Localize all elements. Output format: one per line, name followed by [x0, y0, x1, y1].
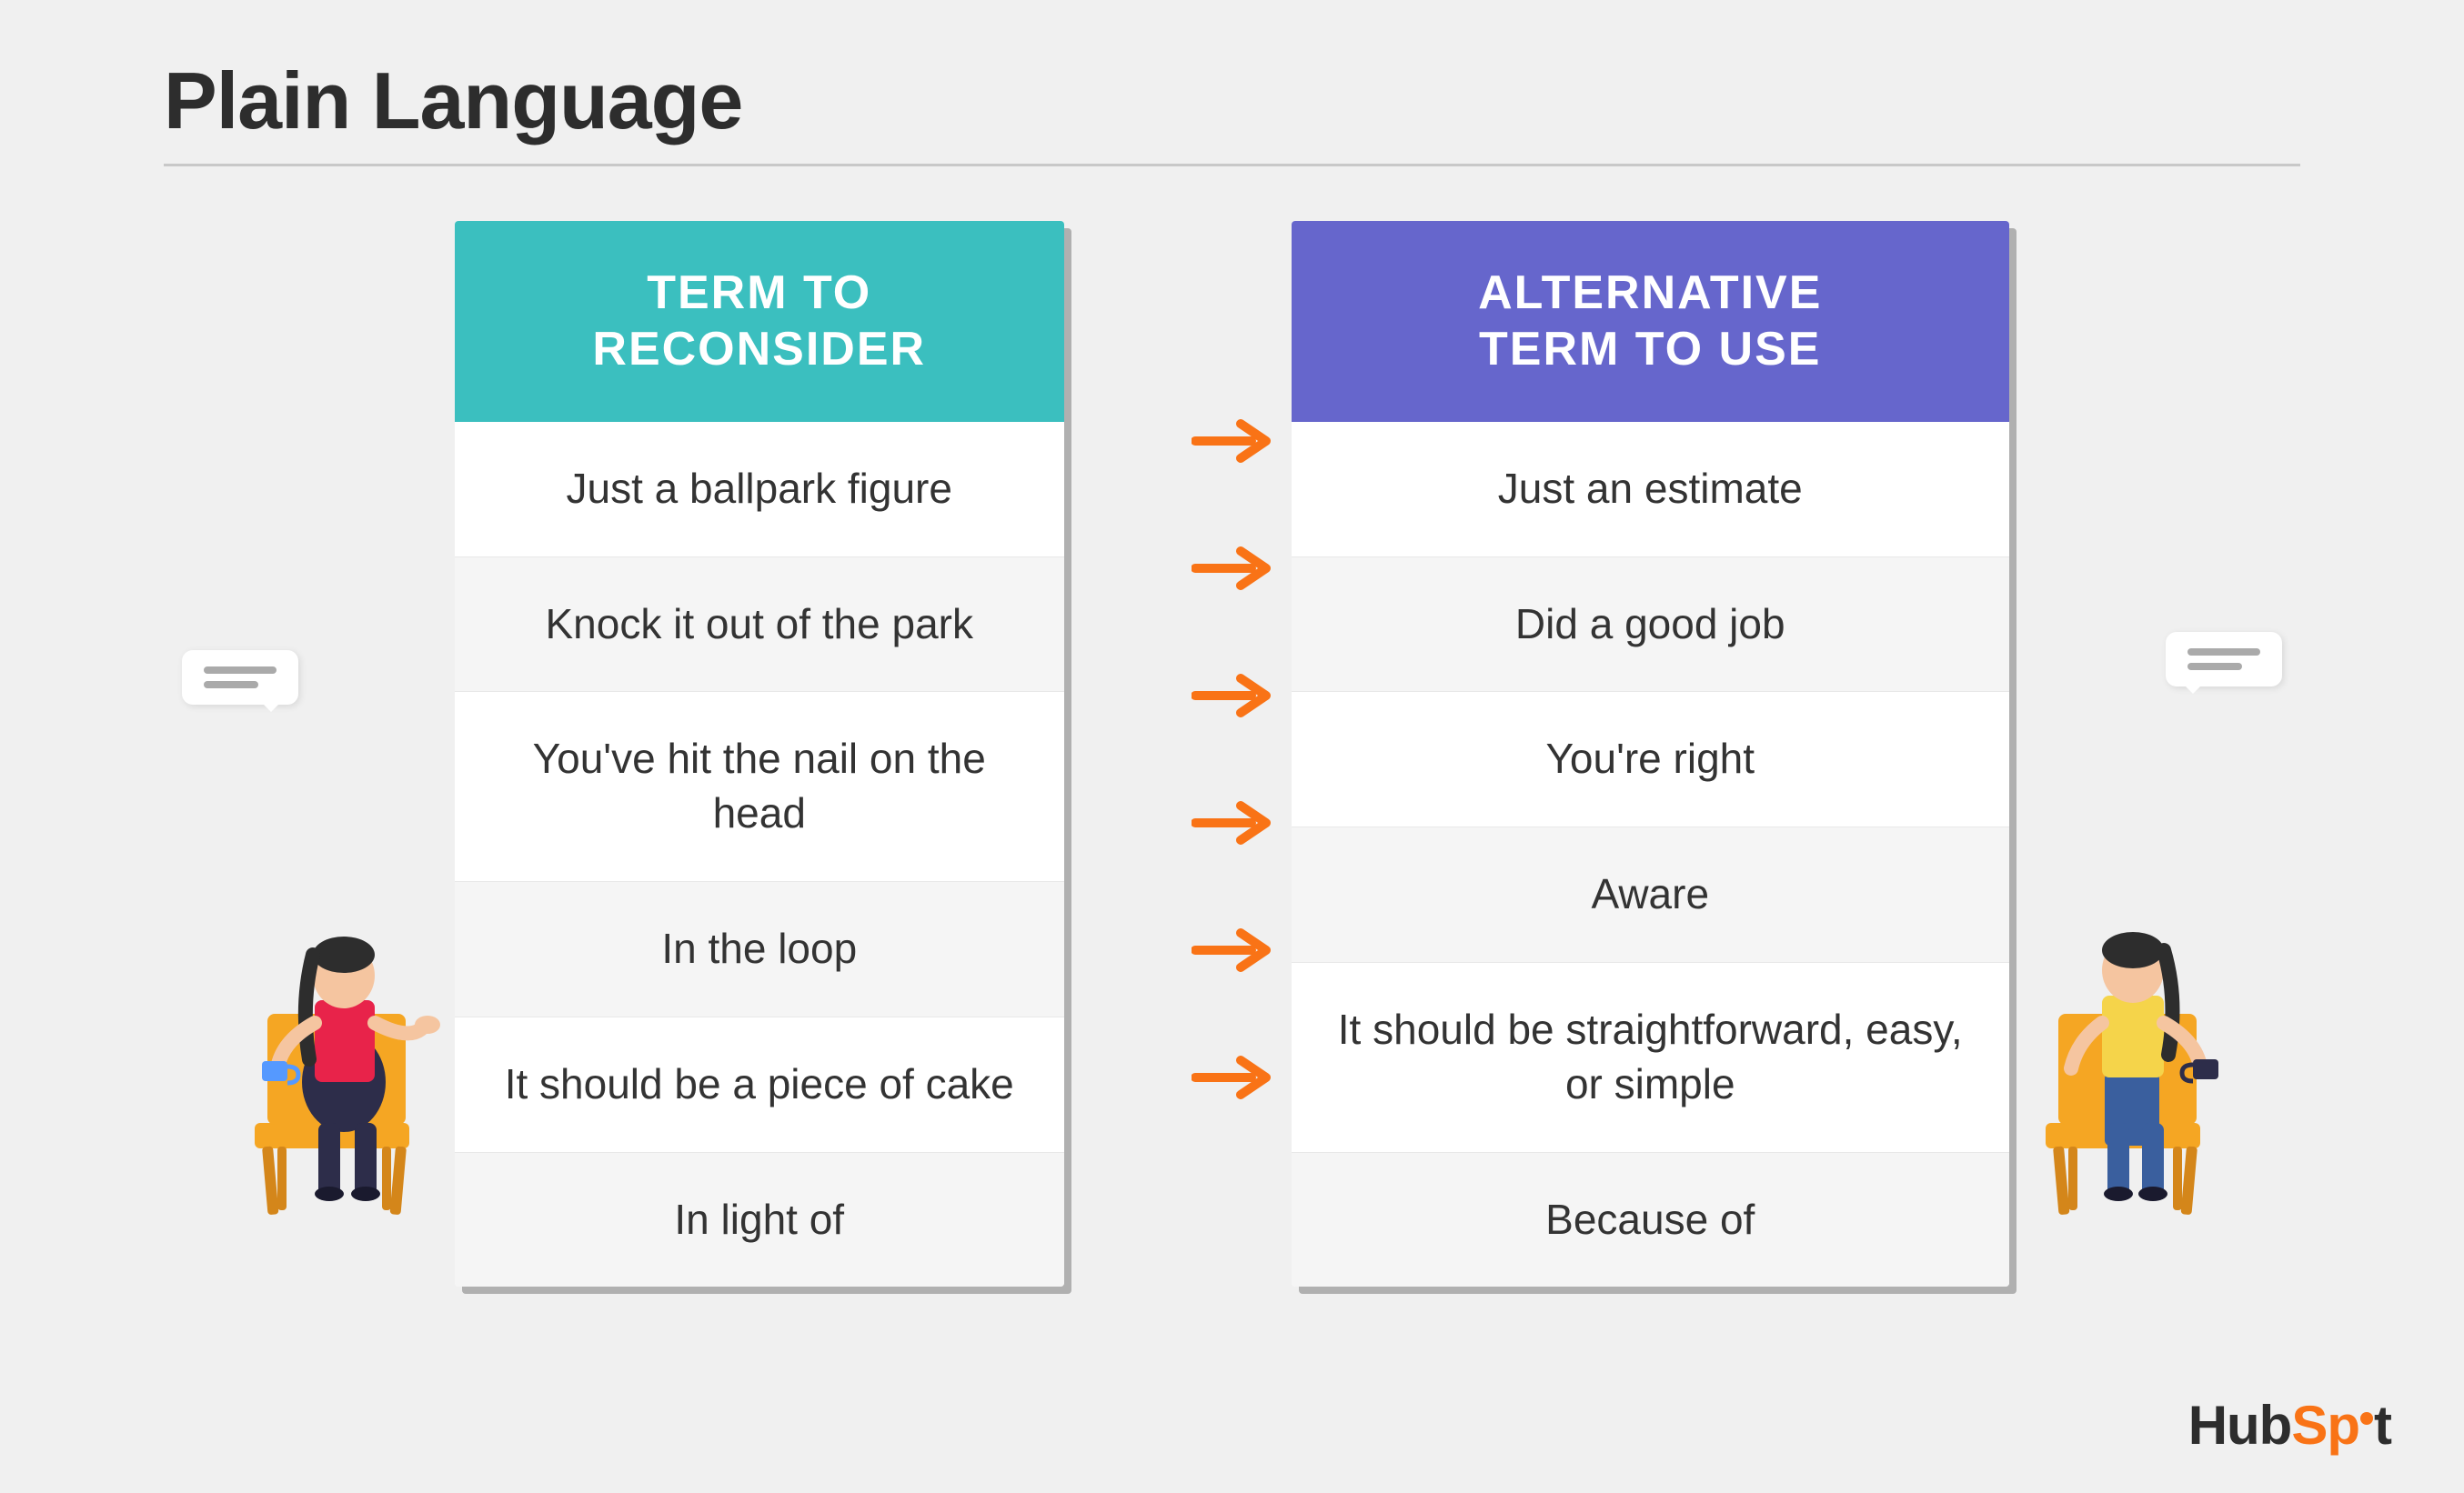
arrow-icon-5 [1192, 1053, 1273, 1102]
arrow-2 [1192, 632, 1273, 759]
left-table-header: TERM TORECONSIDER [455, 221, 1064, 422]
person-right-svg [2018, 850, 2237, 1232]
title-section: Plain Language [164, 55, 2300, 147]
hubspot-t-text: t [2374, 1395, 2391, 1456]
arrow-icon-3 [1192, 798, 1273, 847]
arrow-icon-2 [1192, 671, 1273, 720]
content-area: TERM TORECONSIDER Just a ballpark figure… [164, 221, 2300, 1287]
right-speech-bubble [2166, 632, 2282, 686]
right-table-row-0: Just an estimate [1292, 422, 2010, 557]
arrows-container [1192, 377, 1273, 1141]
speech-lines-left [204, 666, 277, 688]
divider [164, 164, 2300, 166]
right-table-row-2: You're right [1292, 692, 2010, 827]
arrow-4 [1192, 887, 1273, 1014]
left-table-rows: Just a ballpark figureKnock it out of th… [455, 422, 1064, 1288]
hubspot-text: Hub [2188, 1395, 2292, 1456]
speech-lines-right [2187, 648, 2260, 670]
speech-line-r1 [2187, 648, 2260, 656]
left-table-row-2: You've hit the nail on the head [455, 692, 1064, 882]
hubspot-logo: HubSpt [2188, 1394, 2391, 1457]
right-table-row-4: It should be straightforward, easy, or s… [1292, 963, 2010, 1153]
tables-container: TERM TORECONSIDER Just a ballpark figure… [455, 221, 2009, 1287]
speech-line-2 [204, 681, 258, 688]
arrow-icon-4 [1192, 926, 1273, 975]
arrows-column [1173, 221, 1292, 1141]
hubspot-spot-text: Sp [2291, 1395, 2359, 1456]
left-table-row-3: In the loop [455, 882, 1064, 1017]
left-table-row-4: It should be a piece of cake [455, 1017, 1064, 1153]
right-table-header: ALTERNATIVETERM TO USE [1292, 221, 2010, 422]
right-table-rows: Just an estimateDid a good jobYou're rig… [1292, 422, 2010, 1288]
right-table: ALTERNATIVETERM TO USE Just an estimateD… [1292, 221, 2010, 1287]
arrow-0 [1192, 377, 1273, 505]
left-table-wrapper: TERM TORECONSIDER Just a ballpark figure… [455, 221, 1173, 1287]
right-table-row-5: Because of [1292, 1153, 2010, 1288]
page-title: Plain Language [164, 55, 2300, 147]
arrow-1 [1192, 505, 1273, 632]
person-left-svg [227, 850, 446, 1232]
left-speech-bubble [182, 650, 298, 705]
left-table-row-0: Just a ballpark figure [455, 422, 1064, 557]
left-table-row-5: In light of [455, 1153, 1064, 1288]
left-table-header-text: TERM TORECONSIDER [491, 265, 1028, 378]
right-person-area [2009, 468, 2300, 1287]
arrow-3 [1192, 759, 1273, 887]
right-table-row-3: Aware [1292, 827, 2010, 963]
speech-line-1 [204, 666, 277, 674]
left-table: TERM TORECONSIDER Just a ballpark figure… [455, 221, 1064, 1287]
left-table-row-1: Knock it out of the park [455, 557, 1064, 693]
arrow-icon-1 [1192, 544, 1273, 593]
arrow-5 [1192, 1014, 1273, 1141]
right-table-row-1: Did a good job [1292, 557, 2010, 693]
page: Plain Language [0, 0, 2464, 1493]
arrow-icon-0 [1192, 416, 1273, 466]
right-table-header-text: ALTERNATIVETERM TO USE [1328, 265, 1974, 378]
left-person-area [164, 468, 455, 1287]
right-table-wrapper: ALTERNATIVETERM TO USE Just an estimateD… [1292, 221, 2010, 1287]
hubspot-dot-icon [2360, 1412, 2373, 1425]
speech-line-r2 [2187, 663, 2242, 670]
